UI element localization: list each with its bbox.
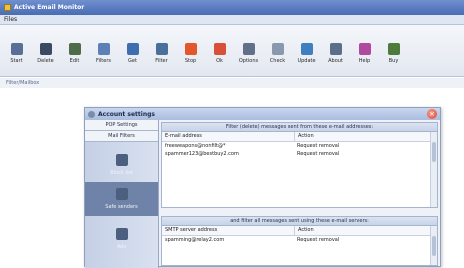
ads-icon: [115, 228, 128, 240]
email-address-cell: freeweapons@nonfilt@*: [165, 143, 226, 149]
toolbar-button-label: Ok: [216, 58, 223, 64]
check-button[interactable]: Check: [263, 43, 292, 73]
toolbar-button-label: Delete: [37, 58, 54, 64]
dialog-title-bar: Account settings: [85, 108, 440, 120]
filter-button[interactable]: Filter: [147, 43, 176, 73]
stop-icon: [184, 43, 197, 55]
list-header: SMTP server address Action: [162, 226, 437, 236]
filters-button[interactable]: Filters: [89, 43, 118, 73]
toolbar-button-label: Filters: [96, 58, 111, 64]
action-cell: Request removal: [297, 143, 340, 149]
scrollbar-thumb[interactable]: [432, 236, 436, 256]
sidebar-item-safe-senders[interactable]: Safe senders: [85, 182, 158, 216]
about-button[interactable]: About: [321, 43, 350, 73]
list-header: E-mail address Action: [162, 132, 437, 142]
scrollbar[interactable]: [430, 132, 437, 207]
close-button[interactable]: ×: [427, 109, 437, 119]
get-icon: [126, 43, 139, 55]
update-icon: [300, 43, 313, 55]
options-button[interactable]: Options: [234, 43, 263, 73]
block-list-icon: [115, 154, 128, 166]
scrollbar-thumb[interactable]: [432, 142, 436, 162]
buy-button[interactable]: Buy: [379, 43, 408, 73]
outgoing-filter-list[interactable]: SMTP server address Action spamming@rela…: [161, 226, 438, 266]
menu-bar: Files: [0, 15, 464, 25]
filters-icon: [97, 43, 110, 55]
toolbar-button-label: Update: [297, 58, 316, 64]
check-icon: [271, 43, 284, 55]
get-button[interactable]: Get: [118, 43, 147, 73]
table-row[interactable]: spammer123@bestbuy2.com Request removal: [162, 150, 437, 158]
email-address-cell: spammer123@bestbuy2.com: [165, 151, 239, 157]
table-row[interactable]: freeweapons@nonfilt@* Request removal: [162, 142, 437, 150]
toolbar: Start Delete Edit Filters Get Filter Stop Ok Opt…: [0, 25, 464, 77]
ok-icon: [213, 43, 226, 55]
about-icon: [329, 43, 342, 55]
column-action[interactable]: Action: [294, 226, 437, 235]
toolbar-button-label: Check: [269, 58, 286, 64]
sidebar-item-pop-settings[interactable]: POP Settings: [85, 120, 158, 131]
column-action[interactable]: Action: [294, 132, 437, 141]
edit-icon: [68, 43, 81, 55]
toolbar-button-label: Options: [238, 58, 259, 64]
sidebar-item-mail-filters[interactable]: Mail Filters: [85, 131, 158, 142]
filter-bar-label[interactable]: Filter/Mailbox: [6, 80, 39, 86]
app-window: Active Email Monitor Files Start Delete Ed…: [0, 0, 464, 268]
start-button[interactable]: Start: [2, 43, 31, 73]
toolbar-button-label: Start: [10, 58, 23, 64]
help-icon: [358, 43, 371, 55]
menu-files[interactable]: Files: [4, 16, 17, 23]
title-bar: Active Email Monitor: [0, 0, 464, 15]
dialog-content: Filter (delete) messages sent from these…: [161, 122, 438, 268]
ok-button[interactable]: Ok: [205, 43, 234, 73]
toolbar-button-label: About: [328, 58, 343, 64]
incoming-filter-list[interactable]: E-mail address Action freeweapons@nonfil…: [161, 132, 438, 208]
app-icon: [4, 4, 11, 11]
incoming-filter-header: Filter (delete) messages sent from these…: [161, 122, 438, 132]
update-button[interactable]: Update: [292, 43, 321, 73]
dialog-sidebar: POP Settings Mail Filters Block list Saf…: [85, 120, 159, 268]
account-settings-dialog: Account settings × POP Settings Mail Fil…: [84, 107, 441, 268]
sidebar-item-label: Block list: [110, 170, 133, 176]
scrollbar[interactable]: [430, 226, 437, 265]
start-icon: [10, 43, 23, 55]
column-smtp-server-address[interactable]: SMTP server address: [162, 226, 294, 235]
buy-icon: [387, 43, 400, 55]
dialog-title: Account settings: [98, 110, 155, 118]
window-title: Active Email Monitor: [14, 4, 85, 11]
outgoing-filter-header: and filter all messages sent using these…: [161, 216, 438, 226]
sidebar-item-label: Safe senders: [105, 204, 138, 210]
filter-bar: Filter/Mailbox: [0, 78, 464, 88]
delete-button[interactable]: Delete: [31, 43, 60, 73]
gear-icon: [88, 110, 95, 118]
toolbar-button-label: Edit: [69, 58, 80, 64]
sidebar-item-ads[interactable]: Ads: [85, 228, 158, 250]
toolbar-button-label: Buy: [388, 58, 399, 64]
sidebar-item-label: Ads: [116, 244, 127, 250]
column-email-address[interactable]: E-mail address: [162, 132, 294, 141]
toolbar-button-label: Filter: [155, 58, 168, 64]
table-row[interactable]: spamming@relay2.com Request removal: [162, 236, 437, 244]
delete-icon: [39, 43, 52, 55]
edit-button[interactable]: Edit: [60, 43, 89, 73]
sidebar-item-block-list[interactable]: Block list: [85, 154, 158, 176]
filter-icon: [155, 43, 168, 55]
toolbar-button-label: Get: [128, 58, 137, 64]
action-cell: Request removal: [297, 151, 340, 157]
smtp-address-cell: spamming@relay2.com: [165, 237, 225, 243]
action-cell: Request removal: [297, 237, 340, 243]
stop-button[interactable]: Stop: [176, 43, 205, 73]
toolbar-button-label: Stop: [184, 58, 197, 64]
help-button[interactable]: Help: [350, 43, 379, 73]
safe-senders-icon: [115, 188, 128, 200]
toolbar-button-label: Help: [358, 58, 371, 64]
options-icon: [242, 43, 255, 55]
